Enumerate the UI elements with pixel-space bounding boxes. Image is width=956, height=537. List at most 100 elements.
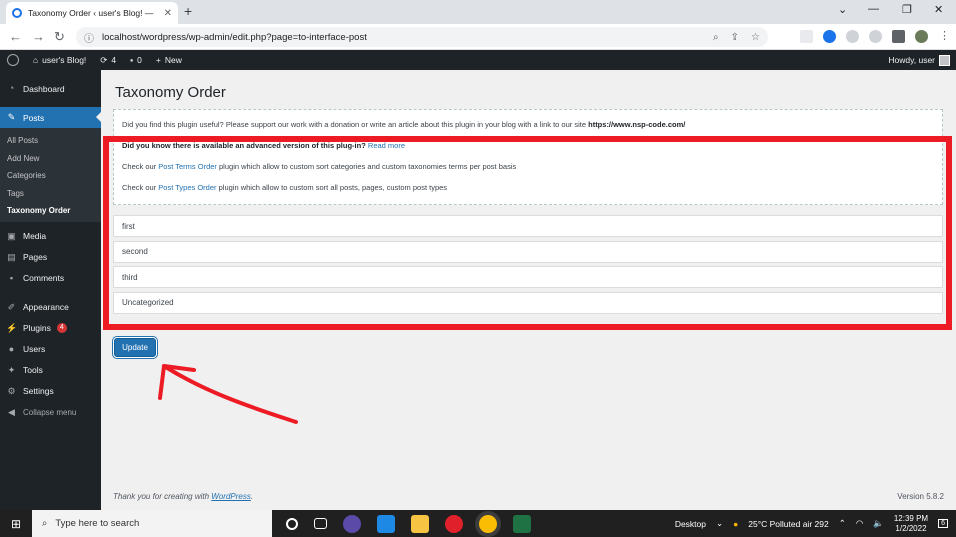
avatar — [939, 54, 950, 66]
submenu-categories[interactable]: Categories — [0, 167, 101, 185]
sidebar-item-users[interactable]: ● Users — [0, 339, 101, 360]
system-tray: Desktop ⌄ ● 25°C Polluted air 292 ⌃ ◠ 🔈 … — [675, 514, 956, 534]
search-icon: ⌕ — [42, 518, 48, 529]
new-tab-button[interactable]: + — [184, 3, 192, 19]
task-view-icon[interactable] — [314, 518, 327, 529]
desktop-toolbar[interactable]: Desktop — [675, 519, 706, 529]
collapse-menu-button[interactable]: ◀ Collapse menu — [0, 402, 101, 423]
sidebar-item-comments[interactable]: ▪ Comments — [0, 268, 101, 289]
wifi-icon[interactable]: ◠ — [856, 518, 863, 529]
extension-icon-shield[interactable] — [846, 30, 859, 43]
excel-icon[interactable] — [513, 514, 531, 533]
plugins-update-badge: 4 — [56, 323, 67, 333]
taskbar-search-input[interactable]: ⌕ Type here to search — [32, 510, 272, 537]
new-label: New — [164, 55, 182, 65]
notice-text: plugin which allow to custom sort catego… — [219, 162, 517, 171]
windows-taskbar: ⊞ ⌕ Type here to search Desktop ⌄ ● 25°C… — [0, 510, 956, 537]
submenu-tags[interactable]: Tags — [0, 185, 101, 203]
submenu-add-new[interactable]: Add New — [0, 150, 101, 168]
sidebar-item-dashboard[interactable]: ◔ Dashboard — [0, 78, 101, 99]
read-more-link[interactable]: Read more — [368, 141, 405, 150]
weather-icon: ● — [733, 518, 739, 529]
windows-start-icon[interactable]: ⊞ — [0, 510, 32, 537]
site-name-label: user's Blog! — [42, 55, 87, 65]
list-item[interactable]: third — [113, 266, 943, 288]
back-icon[interactable]: ← — [9, 29, 22, 44]
sidebar-label: Plugins — [23, 323, 51, 333]
sidebar-label: Settings — [23, 386, 54, 396]
wp-admin-bar: ⌂ user's Blog! ⟳ 4 ▪ 0 + New Howdy, user — [0, 50, 956, 70]
clock[interactable]: 12:39 PM 1/2/2022 — [894, 514, 928, 534]
submenu-taxonomy-order[interactable]: Taxonomy Order — [0, 202, 101, 220]
reload-icon[interactable]: ↻ — [54, 29, 65, 45]
sidebar-item-posts[interactable]: ✎ Posts — [0, 107, 101, 128]
new-content-link[interactable]: + New — [149, 55, 189, 65]
site-name-link[interactable]: ⌂ user's Blog! — [26, 55, 93, 65]
close-tab-icon[interactable]: ✕ — [164, 8, 172, 19]
opera-icon[interactable] — [445, 514, 463, 533]
updates-icon: ⟳ — [100, 54, 108, 65]
sidebar-label: Dashboard — [23, 83, 65, 94]
profile-avatar[interactable] — [915, 30, 928, 43]
admin-sidebar: ◔ Dashboard ✎ Posts All Posts Add New Ca… — [0, 70, 101, 510]
sidebar-label: Media — [23, 231, 47, 241]
volume-icon[interactable]: 🔈 — [873, 518, 884, 529]
tab-search-icon[interactable]: ⌄ — [838, 3, 847, 16]
list-item[interactable]: first — [113, 215, 943, 237]
browser-tab[interactable]: Taxonomy Order ‹ user's Blog! — ✕ — [6, 2, 178, 24]
sidebar-item-media[interactable]: ▣ Media — [0, 226, 101, 247]
sidebar-item-pages[interactable]: ▤ Pages — [0, 247, 101, 268]
address-bar[interactable]: ⓘ localhost/wordpress/wp-admin/edit.php?… — [76, 27, 768, 47]
updates-link[interactable]: ⟳ 4 — [93, 55, 123, 66]
dashboard-icon: ◔ — [8, 83, 15, 93]
sortable-terms-list: first second third Uncategorized — [113, 215, 943, 317]
minimize-button[interactable]: — — [868, 3, 879, 15]
sidebar-item-tools[interactable]: ✦ Tools — [0, 360, 101, 381]
info-icon[interactable]: ⓘ — [84, 30, 94, 45]
footer-text: . — [250, 492, 254, 501]
media-icon: ▣ — [7, 230, 16, 241]
close-window-button[interactable]: ✕ — [934, 3, 943, 16]
sidebar-label: Appearance — [23, 302, 69, 312]
reading-list-icon[interactable] — [800, 30, 813, 43]
updates-count: 4 — [111, 55, 117, 65]
chevron-up-icon[interactable]: ⌃ — [839, 518, 846, 529]
file-explorer-icon[interactable] — [411, 514, 429, 533]
url-text[interactable]: localhost/wordpress/wp-admin/edit.php?pa… — [102, 32, 367, 43]
post-types-order-link[interactable]: Post Types Order — [158, 183, 216, 192]
extension-icon-k[interactable] — [869, 30, 882, 43]
forward-icon[interactable]: → — [32, 29, 45, 44]
extensions-area: ⋮ — [800, 30, 951, 43]
notice-line-1: Did you find this plugin useful? Please … — [122, 120, 934, 129]
bookmark-star-icon[interactable]: ☆ — [751, 32, 760, 43]
post-terms-order-link[interactable]: Post Terms Order — [158, 162, 217, 171]
share-icon[interactable]: ⇪ — [731, 32, 739, 43]
wordpress-favicon-icon — [12, 8, 22, 18]
chrome-icon[interactable] — [479, 514, 497, 533]
my-account-menu[interactable]: Howdy, user — [888, 54, 956, 66]
sidebar-item-appearance[interactable]: ✐ Appearance — [0, 297, 101, 318]
list-item[interactable]: second — [113, 240, 943, 263]
footer-text: Thank you for creating with — [113, 492, 210, 501]
zoom-icon[interactable]: ⌕ — [713, 32, 719, 43]
clock-date: 1/2/2022 — [895, 523, 927, 533]
sidebar-item-settings[interactable]: ⚙ Settings — [0, 381, 101, 402]
cortana-icon[interactable] — [286, 517, 298, 530]
comments-link[interactable]: ▪ 0 — [123, 55, 149, 65]
list-item[interactable]: Uncategorized — [113, 291, 943, 314]
sidebar-item-plugins[interactable]: ⚡ Plugins 4 — [0, 318, 101, 339]
submenu-all-posts[interactable]: All Posts — [0, 132, 101, 150]
browser-tab-strip: Taxonomy Order ‹ user's Blog! — ✕ + ⌄ — … — [0, 0, 956, 24]
wordpress-link[interactable]: WordPress — [211, 492, 251, 501]
puzzle-extensions-icon[interactable] — [892, 30, 905, 43]
notifications-icon[interactable]: 6 — [938, 519, 948, 528]
vscode-icon[interactable] — [377, 514, 395, 533]
restore-button[interactable]: ❐ — [902, 3, 912, 16]
eclipse-icon[interactable] — [343, 514, 361, 533]
weather-text[interactable]: 25°C Polluted air 292 — [748, 519, 828, 529]
comments-icon: ▪ — [9, 272, 14, 283]
sidebar-label: Comments — [23, 273, 65, 283]
kebab-menu-icon[interactable]: ⋮ — [938, 30, 951, 43]
wp-logo-icon[interactable] — [0, 54, 26, 66]
extension-icon-blue[interactable] — [823, 30, 836, 43]
